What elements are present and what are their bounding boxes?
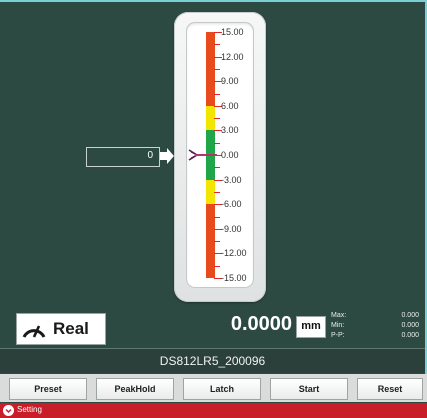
device-name: DS812LR5_200096 <box>159 354 266 368</box>
chevron-down-icon <box>3 405 14 416</box>
gauge-tick <box>214 44 220 45</box>
real-mode-button[interactable]: Real <box>16 313 106 345</box>
gauge-scale-label: -15.00 <box>221 273 247 283</box>
gauge-tick <box>214 167 220 168</box>
gauge-tick <box>214 266 220 267</box>
arrow-right-icon <box>160 148 174 164</box>
gauge-scale-label: 9.00 <box>221 76 239 86</box>
gauge-tick <box>214 192 220 193</box>
gauge-tick <box>214 217 220 218</box>
stat-min-label: Min: <box>331 322 345 329</box>
reset-button[interactable]: Reset <box>357 378 423 400</box>
real-mode-label: Real <box>53 319 89 338</box>
latch-button[interactable]: Latch <box>183 378 261 400</box>
gauge-scale-label: -6.00 <box>221 199 242 209</box>
gauge-tick <box>214 143 220 144</box>
unit-label: mm <box>301 320 321 332</box>
gauge-scale-label: -3.00 <box>221 175 242 185</box>
stat-min-value: 0.000 <box>401 322 419 329</box>
preset-button[interactable]: Preset <box>9 378 87 400</box>
offset-input[interactable]: 0 <box>86 147 160 167</box>
device-name-bar: DS812LR5_200096 <box>0 348 425 373</box>
gauge-scale-label: 0.00 <box>221 150 239 160</box>
gauge-scale-label: 3.00 <box>221 125 239 135</box>
stat-pp-value: 0.000 <box>401 332 419 339</box>
gauge-scale-label: -9.00 <box>221 224 242 234</box>
gauge-scale-label: 12.00 <box>221 52 244 62</box>
window-top-border <box>0 0 427 2</box>
gauge-tick <box>214 69 220 70</box>
gauge-zero-indicator <box>195 154 217 156</box>
offset-input-value: 0 <box>147 150 153 161</box>
gauge-tick <box>214 241 220 242</box>
gauge-tick <box>214 118 220 119</box>
stat-max-label: Max: <box>331 312 347 319</box>
gauge-scale-label: -12.00 <box>221 248 247 258</box>
stat-max-value: 0.000 <box>401 312 419 319</box>
measurement-reading: 0.0000 <box>230 313 292 335</box>
stat-pp-label: P-P: <box>331 332 345 339</box>
gauge-scale-label: 15.00 <box>221 27 244 37</box>
gauge-icon <box>22 325 46 338</box>
start-button[interactable]: Start <box>270 378 348 400</box>
peakhold-button[interactable]: PeakHold <box>96 378 174 400</box>
unit-button[interactable]: mm <box>296 316 326 338</box>
setting-bar[interactable]: Setting <box>0 403 427 418</box>
setting-label: Setting <box>17 405 42 414</box>
gauge-scale-label: 6.00 <box>221 101 239 111</box>
gauge-tick <box>214 94 220 95</box>
